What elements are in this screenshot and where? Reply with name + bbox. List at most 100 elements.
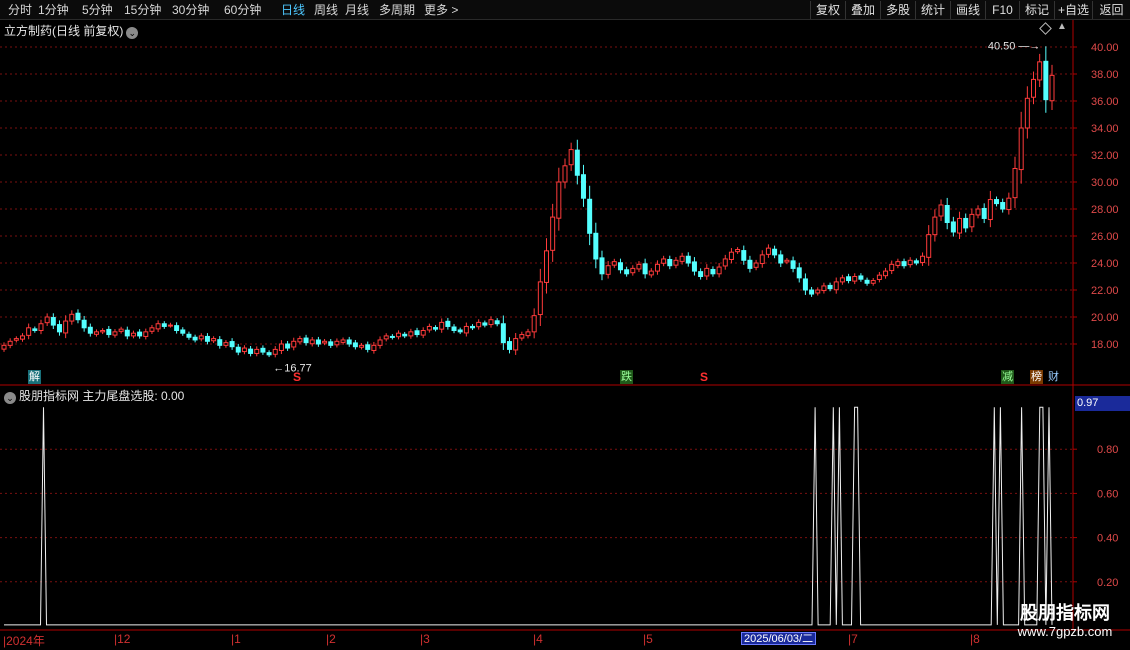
candle[interactable]: [1000, 198, 1006, 213]
candle[interactable]: [451, 324, 457, 334]
toolbar-button[interactable]: 叠加: [845, 1, 880, 19]
candle[interactable]: [920, 252, 926, 266]
candle[interactable]: [821, 282, 827, 294]
candle[interactable]: [950, 216, 956, 237]
candle[interactable]: [106, 326, 112, 338]
candle[interactable]: [260, 345, 266, 355]
candle[interactable]: [611, 258, 617, 268]
candle[interactable]: [235, 343, 241, 356]
candle[interactable]: [19, 333, 25, 342]
candle[interactable]: [513, 333, 519, 355]
candle[interactable]: [476, 319, 482, 330]
candle[interactable]: [143, 328, 149, 340]
chevron-down-icon[interactable]: ⌄: [4, 392, 16, 404]
candle[interactable]: [204, 333, 210, 345]
period-tab[interactable]: 分时: [8, 2, 32, 18]
candle[interactable]: [883, 267, 889, 279]
candle[interactable]: [790, 256, 796, 273]
candle[interactable]: [876, 272, 882, 283]
period-tab[interactable]: 周线: [314, 2, 338, 18]
candle[interactable]: [599, 250, 605, 281]
candle[interactable]: [772, 245, 778, 259]
unlock-marker[interactable]: 解: [28, 370, 41, 384]
candle[interactable]: [1018, 111, 1024, 184]
candle[interactable]: [938, 199, 944, 221]
candle[interactable]: [32, 326, 38, 333]
candle[interactable]: [716, 263, 722, 278]
candle[interactable]: [648, 268, 654, 278]
candle[interactable]: [827, 282, 833, 292]
candle[interactable]: [796, 262, 802, 283]
candle[interactable]: [420, 327, 426, 339]
candle[interactable]: [359, 343, 365, 350]
candle[interactable]: [747, 255, 753, 273]
candle[interactable]: [155, 320, 161, 333]
candle[interactable]: [377, 336, 383, 349]
candle[interactable]: [63, 315, 69, 339]
candle[interactable]: [784, 257, 790, 265]
candle[interactable]: [728, 248, 734, 264]
candle[interactable]: [654, 260, 660, 275]
candle[interactable]: [365, 341, 371, 353]
candle[interactable]: [167, 322, 173, 328]
candle[interactable]: [661, 255, 667, 267]
candle[interactable]: [198, 333, 204, 342]
candle[interactable]: [537, 268, 543, 326]
diamond-icon[interactable]: [1039, 22, 1052, 35]
collapse-up-icon[interactable]: ▲: [1057, 21, 1067, 32]
candle[interactable]: [494, 318, 500, 327]
toolbar-button[interactable]: 返回: [1092, 1, 1130, 19]
candle[interactable]: [833, 277, 839, 294]
chart-area[interactable]: 18.00 20.00 22.00 24.00 26.00 28.00 30.00 32.00…: [0, 0, 1130, 650]
candle[interactable]: [248, 345, 254, 357]
candle[interactable]: [439, 318, 445, 333]
candle[interactable]: [100, 328, 106, 335]
candle[interactable]: [272, 346, 278, 358]
candle[interactable]: [846, 273, 852, 284]
candle[interactable]: [433, 325, 439, 332]
candle[interactable]: [482, 320, 488, 328]
candle[interactable]: [698, 268, 704, 280]
candle[interactable]: [963, 213, 969, 233]
candle[interactable]: [118, 326, 124, 334]
candle[interactable]: [624, 266, 630, 277]
candle[interactable]: [525, 328, 531, 339]
candle[interactable]: [605, 261, 611, 279]
candle[interactable]: [815, 287, 821, 296]
signal-s-marker[interactable]: S: [700, 370, 708, 384]
candle[interactable]: [753, 259, 759, 271]
candle[interactable]: [254, 346, 260, 357]
candle[interactable]: [944, 197, 950, 230]
candle[interactable]: [463, 322, 469, 337]
rank-marker[interactable]: 榜: [1030, 370, 1043, 384]
candle[interactable]: [309, 337, 315, 347]
candle[interactable]: [889, 260, 895, 275]
candle[interactable]: [396, 330, 402, 340]
period-tab[interactable]: 1分钟: [38, 2, 69, 18]
candle[interactable]: [593, 222, 599, 269]
candle[interactable]: [802, 273, 808, 295]
candle[interactable]: [340, 337, 346, 345]
candle[interactable]: [445, 317, 451, 330]
candle[interactable]: [346, 336, 352, 347]
candle[interactable]: [617, 258, 623, 274]
period-tab[interactable]: 多周期: [379, 2, 415, 18]
candle[interactable]: [383, 333, 389, 342]
toolbar-button[interactable]: F10: [985, 1, 1019, 19]
candle[interactable]: [735, 247, 741, 254]
candle[interactable]: [642, 258, 648, 279]
candle[interactable]: [211, 336, 217, 344]
candle[interactable]: [217, 336, 223, 349]
candle[interactable]: [870, 277, 876, 286]
candle[interactable]: [192, 334, 198, 343]
candle[interactable]: [223, 340, 229, 348]
candle[interactable]: [352, 339, 358, 350]
candle[interactable]: [685, 252, 691, 267]
candle[interactable]: [180, 327, 186, 336]
candle[interactable]: [161, 321, 167, 329]
candle[interactable]: [130, 330, 136, 339]
candle[interactable]: [112, 329, 118, 338]
period-tab[interactable]: 15分钟: [124, 2, 161, 18]
candle[interactable]: [913, 258, 919, 266]
candle[interactable]: [13, 336, 19, 343]
